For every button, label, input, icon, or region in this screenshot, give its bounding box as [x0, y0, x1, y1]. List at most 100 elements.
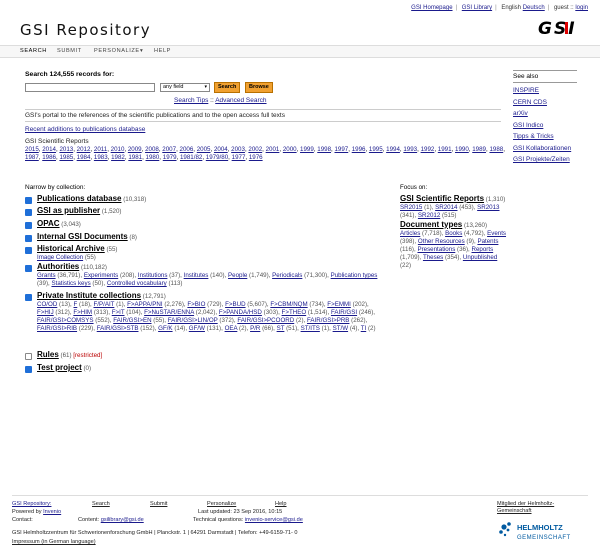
subcollection-link[interactable]: CO/OD — [37, 301, 57, 308]
see-also-link[interactable]: CERN CDS — [513, 99, 577, 107]
year-link[interactable]: 1979/80 — [206, 154, 228, 161]
focus-item-link[interactable]: SR2013 — [477, 204, 499, 211]
year-link[interactable]: 1993 — [403, 146, 417, 153]
subcollection-link[interactable]: Experiments — [84, 272, 118, 279]
recent-additions-link[interactable]: Recent additions to publications databas… — [25, 126, 145, 133]
year-link[interactable]: 1981/82 — [180, 154, 202, 161]
subcollection-link[interactable]: F>CBM/NQM — [270, 301, 307, 308]
year-link[interactable]: 1980 — [146, 154, 160, 161]
subcollection-link[interactable]: Grants — [37, 272, 56, 279]
collection-checkbox[interactable] — [25, 197, 32, 204]
subcollection-link[interactable]: FAIR/GSI>LIN/OP — [168, 317, 218, 324]
subcollection-link[interactable]: FAIR/GSI>EN — [113, 317, 151, 324]
subcollection-link[interactable]: FAIR/GSI>RIB — [37, 325, 77, 332]
subcollection-link[interactable]: GF/W — [189, 325, 205, 332]
year-link[interactable]: 2005 — [197, 146, 211, 153]
year-link[interactable]: 1977 — [232, 154, 246, 161]
subcollection-link[interactable]: F/P/AIT — [93, 301, 114, 308]
subcollection-link[interactable]: F>PANDA/HSD — [219, 309, 262, 316]
subcollection-link[interactable]: Periodicals — [272, 272, 302, 279]
year-link[interactable]: 2003 — [231, 146, 245, 153]
search-tips-link[interactable]: Search Tips — [174, 97, 208, 104]
field-select[interactable]: any field ▾ — [160, 83, 210, 92]
year-link[interactable]: 2009 — [128, 146, 142, 153]
see-also-link[interactable]: INSPIRE — [513, 87, 577, 95]
subcollection-link[interactable]: ST/W — [333, 325, 348, 332]
year-link[interactable]: 1979 — [163, 154, 177, 161]
year-link[interactable]: 1981 — [128, 154, 142, 161]
year-link[interactable]: 2010 — [111, 146, 125, 153]
focus-item-link[interactable]: SR2012 — [418, 212, 440, 219]
year-link[interactable]: 2007 — [162, 146, 176, 153]
year-link[interactable]: 1976 — [249, 154, 263, 161]
see-also-link[interactable]: arXiv — [513, 110, 577, 118]
search-input[interactable] — [25, 83, 155, 92]
year-link[interactable]: 2014 — [42, 146, 56, 153]
year-link[interactable]: 1998 — [317, 146, 331, 153]
collection-checkbox[interactable] — [25, 353, 32, 360]
year-link[interactable]: 1992 — [421, 146, 435, 153]
search-button[interactable]: Search — [214, 82, 241, 93]
focus-item-link[interactable]: Patents — [477, 238, 498, 245]
invenio-link[interactable]: Invenio — [43, 509, 61, 515]
subcollection-link[interactable]: F — [74, 301, 78, 308]
subcollection-link[interactable]: Publication types — [331, 272, 378, 279]
nav-help[interactable]: HELP — [154, 48, 171, 54]
year-link[interactable]: 1994 — [386, 146, 400, 153]
year-link[interactable]: 2012 — [77, 146, 91, 153]
year-link[interactable]: 2004 — [214, 146, 228, 153]
focus-item-link[interactable]: Other Resources — [418, 238, 465, 245]
collection-name-link[interactable]: Internal GSI Documents — [37, 232, 128, 241]
subcollection-link[interactable]: Institutes — [184, 272, 209, 279]
subcollection-link[interactable]: F>BIO — [187, 301, 205, 308]
focus-item-link[interactable]: SR2015 — [400, 204, 422, 211]
helmholtz-logo[interactable]: HELMHOLTZ GEMEINSCHAFT — [497, 519, 577, 545]
year-link[interactable]: 1985 — [59, 154, 73, 161]
focus-item-link[interactable]: Presentations — [417, 246, 455, 253]
browse-button[interactable]: Browse — [245, 82, 273, 93]
nav-submit[interactable]: SUBMIT — [57, 48, 82, 54]
year-link[interactable]: 2006 — [180, 146, 194, 153]
nav-search[interactable]: SEARCH — [20, 48, 47, 54]
footer-submit-link[interactable]: Submit — [150, 501, 167, 508]
subcollection-link[interactable]: Institutions — [138, 272, 168, 279]
year-link[interactable]: 1995 — [369, 146, 383, 153]
year-link[interactable]: 1986 — [42, 154, 56, 161]
focus-item-link[interactable]: Articles — [400, 230, 420, 237]
content-email-link[interactable]: gsilibrary@gsi.de — [101, 517, 144, 523]
focus-item-link[interactable]: Theses — [423, 254, 443, 261]
subcollection-link[interactable]: FAIR/GSI — [331, 309, 357, 316]
focus-item-link[interactable]: Reports — [472, 246, 494, 253]
subcollection-link[interactable]: FAIR/GSI>PCOORD — [237, 317, 294, 324]
collection-name-link[interactable]: Historical Archive — [37, 244, 105, 253]
subcollection-link[interactable]: FAIR/GSI>PRB — [307, 317, 349, 324]
year-link[interactable]: 2001 — [266, 146, 280, 153]
subcollection-link[interactable]: F>NuSTAR/ENNA — [144, 309, 194, 316]
collection-name-link[interactable]: GSI as publisher — [37, 206, 100, 215]
subcollection-link[interactable]: Statistics keys — [51, 280, 90, 287]
year-link[interactable]: 1984 — [77, 154, 91, 161]
collection-name-link[interactable]: Private Institute collections — [37, 291, 141, 300]
subcollection-link[interactable]: Controlled vocabulary — [107, 280, 167, 287]
subcollection-link[interactable]: P/R — [250, 325, 260, 332]
year-link[interactable]: 1989 — [472, 146, 486, 153]
advanced-search-link[interactable]: Advanced Search — [215, 97, 266, 104]
subcollection-link[interactable]: FAIR/GSI>STB — [97, 325, 139, 332]
collection-name-link[interactable]: Rules — [37, 350, 59, 359]
collection-name-link[interactable]: Publications database — [37, 194, 121, 203]
collection-name-link[interactable]: OPAC — [37, 219, 60, 228]
year-link[interactable]: 2015 — [25, 146, 39, 153]
year-link[interactable]: 1988 — [489, 146, 503, 153]
subcollection-link[interactable]: GF/K — [158, 325, 172, 332]
focus-group-link[interactable]: GSI Scientific Reports — [400, 194, 484, 203]
chevron-down-icon[interactable]: ▾ — [140, 48, 143, 54]
gsi-logo[interactable]: GSI — [538, 20, 588, 36]
subcollection-link[interactable]: F>APPA/PNI — [127, 301, 162, 308]
subcollection-link[interactable]: F>THEO — [282, 309, 307, 316]
year-link[interactable]: 2002 — [248, 146, 262, 153]
year-link[interactable]: 1991 — [438, 146, 452, 153]
collection-checkbox[interactable] — [25, 222, 32, 229]
collection-checkbox[interactable] — [25, 265, 32, 272]
subcollection-link[interactable]: TI — [361, 325, 367, 332]
year-link[interactable]: 2000 — [283, 146, 297, 153]
